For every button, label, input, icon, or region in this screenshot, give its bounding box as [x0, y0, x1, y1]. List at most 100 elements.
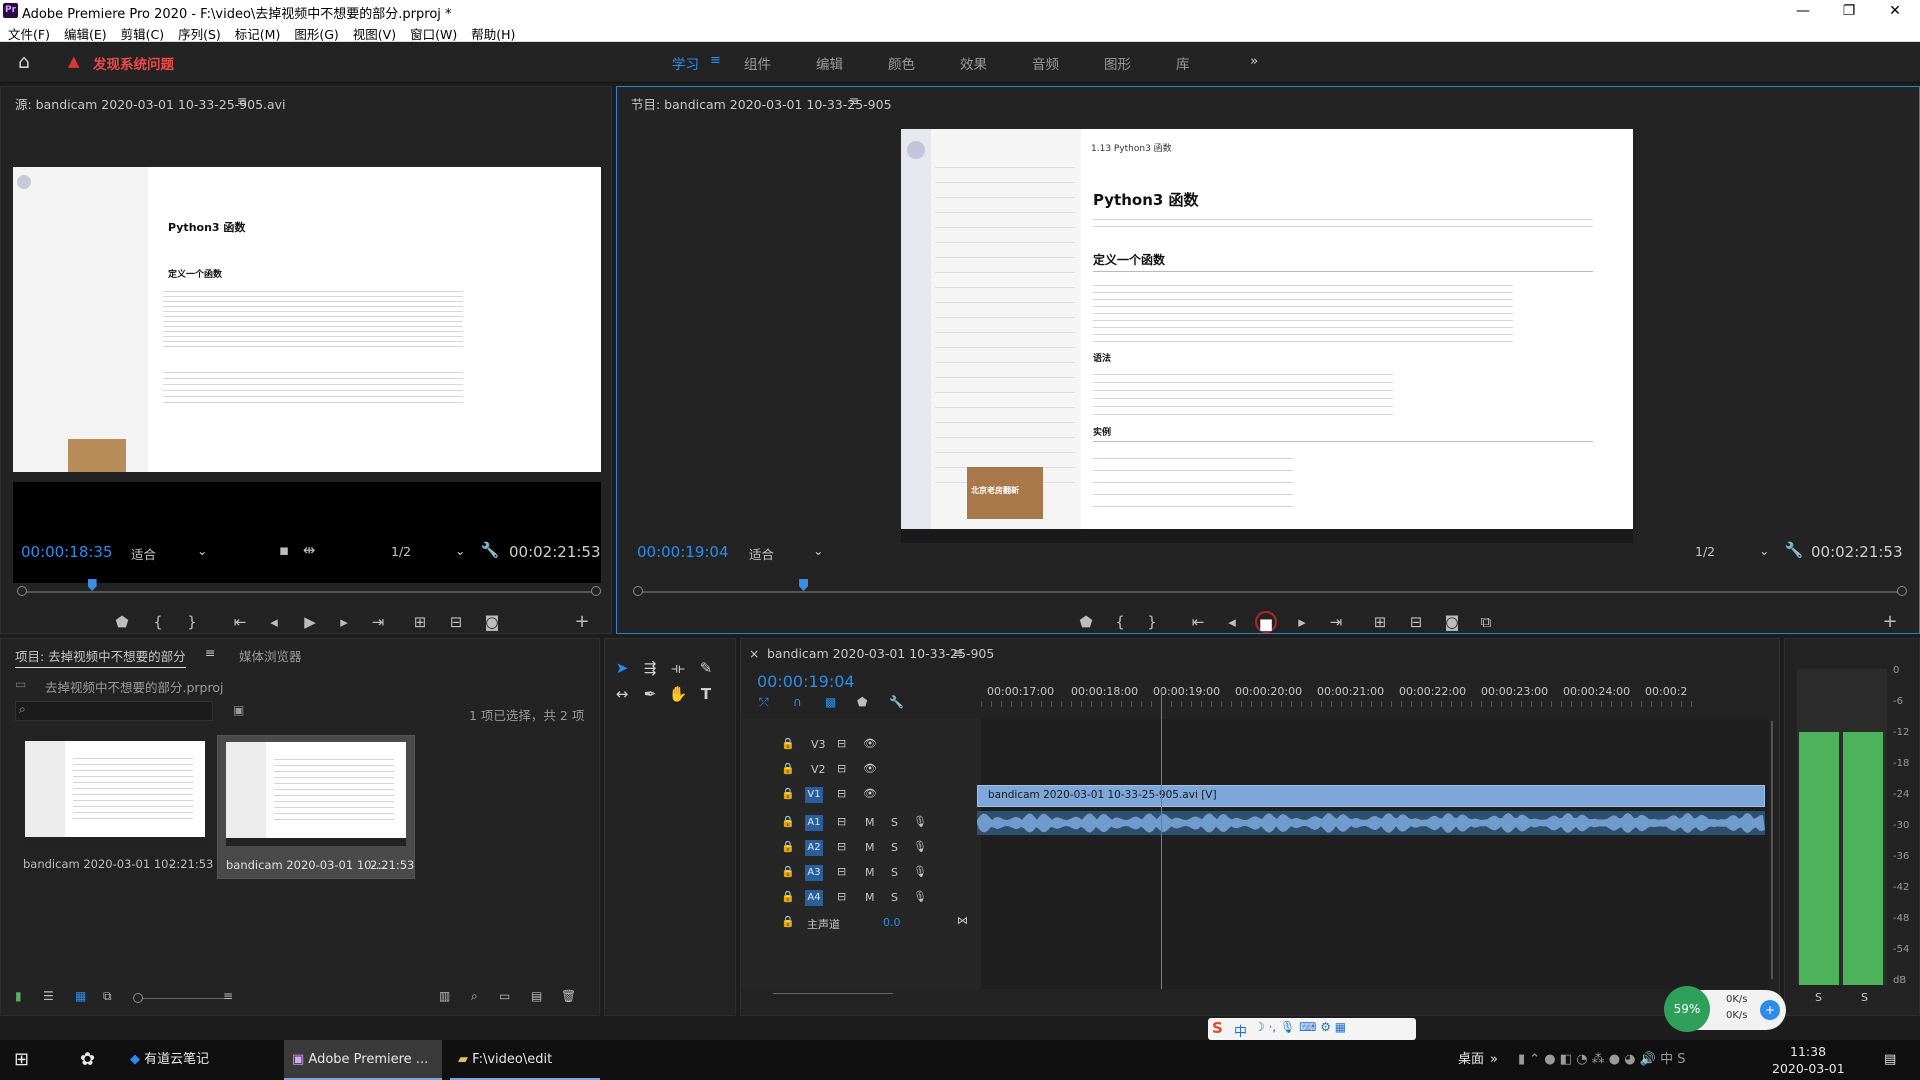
menu-view[interactable]: 视图(V) [345, 22, 402, 43]
lock-icon[interactable]: 🔒 [781, 815, 795, 828]
play-icon[interactable]: ▶ [299, 611, 321, 633]
sync-icon[interactable]: ⊟ [837, 787, 846, 800]
mic-icon[interactable]: 🎙 [913, 890, 927, 903]
menu-file[interactable]: 文件(F) [0, 22, 56, 43]
program-video[interactable]: 1.13 Python3 函数 Python3 函数 定义一个函数 语法 实例 … [901, 129, 1633, 543]
chevron-down-icon[interactable]: ⌄ [455, 543, 465, 558]
chevron-down-icon[interactable]: ⌄ [813, 543, 823, 558]
go-to-out-icon[interactable]: ⇥ [1325, 611, 1347, 633]
app-icon[interactable]: ✿ [80, 1040, 95, 1080]
scrub-start-knob[interactable] [17, 586, 27, 596]
clock-time[interactable]: 11:38 [1790, 1044, 1826, 1059]
audio-clip[interactable] [977, 811, 1765, 835]
tab-color[interactable]: 颜色 [888, 53, 915, 73]
system-alert[interactable]: 发现系统问题 [93, 53, 174, 73]
hand-icon[interactable]: ✋ [667, 683, 689, 705]
solo-button[interactable]: S [891, 866, 898, 879]
zoom-slider[interactable] [137, 998, 227, 999]
razor-icon[interactable]: ✎ [695, 657, 717, 679]
lock-icon[interactable]: 🔒 [781, 890, 795, 903]
expand-icon[interactable]: ⋈ [957, 914, 968, 927]
program-timecode[interactable]: 00:00:19:04 [637, 543, 729, 561]
source-video[interactable]: Python3 函数 定义一个函数 [13, 167, 601, 583]
solo-button[interactable]: S [891, 841, 898, 854]
extract-icon[interactable]: ⊟ [1405, 611, 1427, 633]
solo-right[interactable]: S [1861, 991, 1868, 1004]
program-fit-select[interactable]: 适合 [749, 544, 774, 563]
close-icon[interactable]: ✕ [1872, 0, 1918, 22]
timeline-playhead[interactable] [1161, 689, 1162, 989]
program-scrubber[interactable] [639, 591, 1901, 593]
sync-icon[interactable]: ⊟ [837, 815, 846, 828]
network-widget[interactable]: 59% 0K/s 0K/s + [1664, 986, 1786, 1032]
lock-icon[interactable]: 🔒 [781, 787, 795, 800]
mute-button[interactable]: M [865, 891, 875, 904]
menu-help[interactable]: 帮助(H) [463, 22, 521, 43]
pen-icon[interactable]: ✒ [639, 683, 661, 705]
ripple-edit-icon[interactable]: ⟛ [667, 657, 689, 679]
chevron-down-icon[interactable]: ⌄ [197, 543, 207, 558]
linked-selection-icon[interactable]: ▩ [825, 695, 836, 709]
source-playhead[interactable] [87, 579, 97, 591]
add-marker-icon[interactable]: ⬟ [857, 695, 867, 709]
overwrite-icon[interactable]: ⊟ [445, 611, 467, 633]
menu-window[interactable]: 窗口(W) [402, 22, 463, 43]
more-workspaces-icon[interactable]: » [1250, 53, 1258, 69]
settings-icon[interactable]: 🔧 [889, 695, 904, 709]
panel-menu-icon[interactable]: ≡ [849, 93, 859, 108]
wrench-icon[interactable]: 🔧 [1783, 539, 1805, 561]
mute-button[interactable]: M [865, 816, 875, 829]
workspace-menu-icon[interactable]: ≡ [710, 53, 721, 68]
mark-in-icon[interactable]: { [147, 611, 169, 633]
add-marker-icon[interactable]: ⬟ [111, 611, 133, 633]
mic-icon[interactable]: 🎙 [913, 815, 927, 828]
menu-clip[interactable]: 剪辑(C) [113, 22, 170, 43]
add-button-icon[interactable]: + [1879, 611, 1901, 633]
program-resolution[interactable]: 1/2 [1695, 544, 1715, 559]
track-label[interactable]: A2 [805, 840, 823, 856]
solo-button[interactable]: S [891, 816, 898, 829]
mute-button[interactable]: M [865, 841, 875, 854]
windows-start-icon[interactable]: ⊞ [14, 1040, 29, 1080]
trash-icon[interactable]: 🗑 [561, 989, 576, 1003]
tab-editing[interactable]: 编辑 [816, 53, 843, 73]
notification-icon[interactable]: ▤ [1884, 1040, 1896, 1080]
new-bin-icon[interactable]: ▭ [499, 989, 510, 1003]
menu-graphics[interactable]: 图形(G) [286, 22, 344, 43]
insert-clip-icon[interactable]: ⊞ [409, 611, 431, 633]
track-select-icon[interactable]: ⇶ [639, 657, 661, 679]
track-label[interactable]: V2 [811, 763, 826, 776]
menu-marker[interactable]: 标记(M) [227, 22, 287, 43]
new-bin-icon[interactable]: ▣ [233, 703, 244, 717]
tab-libraries[interactable]: 库 [1176, 53, 1190, 73]
stop-icon[interactable]: ■ [1255, 611, 1277, 633]
track-label[interactable]: A1 [805, 815, 823, 831]
mic-icon[interactable]: 🎙 [913, 840, 927, 853]
sync-icon[interactable]: ⊟ [837, 865, 846, 878]
chevron-down-icon[interactable]: ⌄ [1759, 543, 1769, 558]
lock-icon[interactable]: 🔒 [781, 865, 795, 878]
track-label[interactable]: A3 [805, 865, 823, 881]
eye-icon[interactable]: 👁 [863, 762, 877, 775]
lock-icon[interactable]: ▮ [15, 989, 22, 1003]
search-input[interactable] [15, 701, 213, 721]
sort-icon[interactable]: ≡ [223, 989, 233, 1003]
icon-view-icon[interactable]: ▦ [75, 989, 86, 1003]
nest-icon[interactable]: ⤱ [759, 695, 769, 710]
add-button-icon[interactable]: + [571, 611, 593, 633]
source-timecode[interactable]: 00:00:18:35 [21, 543, 113, 561]
home-icon[interactable]: ⌂ [18, 51, 30, 73]
timeline-timecode[interactable]: 00:00:19:04 [757, 672, 855, 691]
lock-icon[interactable]: 🔒 [781, 762, 795, 775]
mic-icon[interactable]: 🎙 [913, 865, 927, 878]
scrub-end-knob[interactable] [1897, 586, 1907, 596]
plus-icon[interactable]: + [1760, 1000, 1780, 1020]
timeline-zoom-bar[interactable] [773, 993, 893, 994]
camera-icon[interactable]: ◙ [1441, 611, 1463, 633]
freeform-view-icon[interactable]: ⧉ [103, 989, 112, 1004]
type-tool-icon[interactable]: T [695, 683, 717, 705]
step-forward-icon[interactable]: ▸ [333, 611, 355, 633]
mark-out-icon[interactable]: } [181, 611, 203, 633]
new-item-icon[interactable]: ▤ [531, 989, 542, 1003]
add-marker-icon[interactable]: ⬟ [1075, 611, 1097, 633]
